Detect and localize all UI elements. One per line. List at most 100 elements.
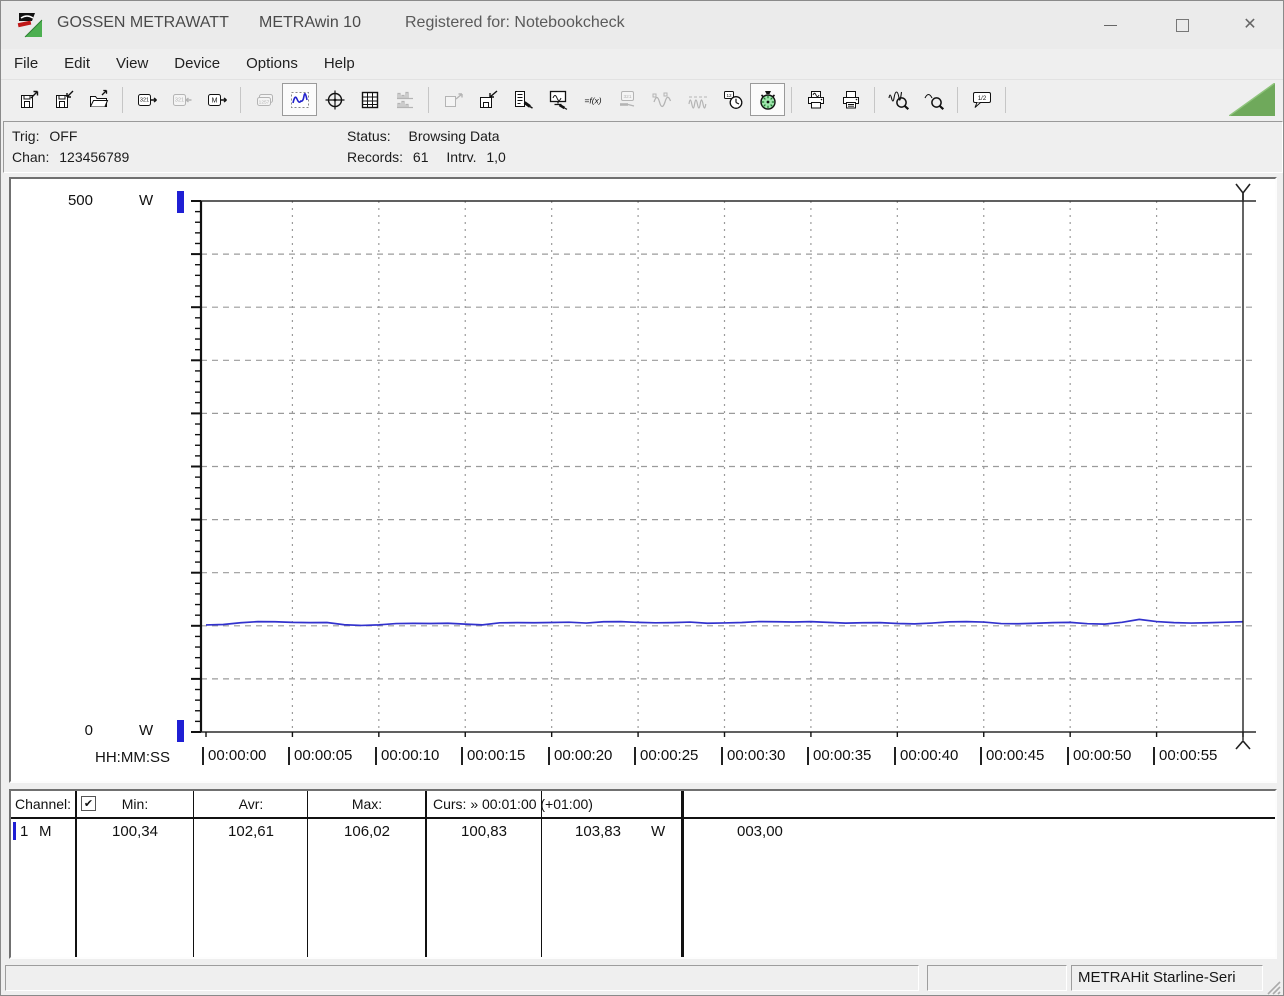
x-tick-label: 00:00:55 bbox=[1153, 747, 1217, 765]
zoom-out-wave-icon bbox=[924, 93, 944, 110]
timer-recorder-icon bbox=[759, 90, 776, 110]
titlebar: GOSSEN METRAWATT METRAwin 10 Registered … bbox=[1, 1, 1283, 49]
schedule-clock-icon: 12 bbox=[723, 90, 742, 109]
menu-view[interactable]: View bbox=[103, 49, 161, 79]
toolbar-write-device-321-button[interactable]: 321 bbox=[164, 83, 199, 116]
x-tick-label: 00:00:05 bbox=[288, 747, 352, 765]
close-button[interactable]: ✕ bbox=[1227, 9, 1273, 41]
connection-status-triangle-icon bbox=[1229, 83, 1275, 116]
chart-plot[interactable] bbox=[11, 179, 1275, 781]
table-column-divider bbox=[425, 791, 427, 957]
menu-options[interactable]: Options bbox=[233, 49, 311, 79]
table-view-icon bbox=[361, 91, 378, 108]
chart-panel: 500 W 0 W HH:MM:SS 00:00:00 00:00:05 00:… bbox=[9, 177, 1277, 783]
values-table: Channel: ✔ Min: Avr: Max: Curs: » 00:01:… bbox=[9, 789, 1277, 959]
y-max-range-marker[interactable] bbox=[177, 191, 184, 213]
statusbar: METRAHit Starline-Seri bbox=[1, 961, 1283, 995]
resize-grip[interactable] bbox=[1263, 977, 1281, 995]
x-tick-label: 00:00:30 bbox=[721, 747, 785, 765]
toolbar-wave-dense-button[interactable] bbox=[680, 83, 715, 116]
multimeter-display-icon: 1257 bbox=[256, 93, 273, 106]
toolbar-print-chart-button[interactable] bbox=[798, 83, 833, 116]
menu-help[interactable]: Help bbox=[311, 49, 368, 79]
toolbar-read-memory-button[interactable]: M bbox=[199, 83, 234, 116]
app-logo-icon bbox=[17, 13, 43, 38]
trigger-value: OFF bbox=[49, 128, 78, 144]
toolbar-multimeter-display-button[interactable]: 1257 bbox=[247, 83, 282, 116]
app-window: GOSSEN METRAWATT METRAwin 10 Registered … bbox=[0, 0, 1284, 996]
open-file-icon bbox=[89, 89, 108, 107]
channel-status: Chan: 123456789 bbox=[12, 147, 129, 168]
status-label: Status: bbox=[347, 128, 391, 144]
toolbar-histogram-view-button[interactable] bbox=[387, 83, 422, 116]
toolbar-separator bbox=[874, 86, 875, 113]
toolbar-table-view-button[interactable] bbox=[352, 83, 387, 116]
menu-file[interactable]: File bbox=[1, 49, 51, 79]
toolbar-export-disk-button[interactable] bbox=[435, 83, 470, 116]
toolbar-timer-recorder-button[interactable] bbox=[750, 83, 785, 116]
y-axis-min-label: 0 bbox=[84, 722, 93, 739]
table-header-max: Max: bbox=[351, 796, 383, 812]
title-brand: GOSSEN METRAWATT bbox=[57, 14, 229, 31]
read-memory-icon: M bbox=[207, 93, 227, 106]
y-axis-max-label: 500 bbox=[67, 192, 93, 209]
save-export-icon bbox=[20, 90, 38, 108]
toolbar-xy-view-button[interactable] bbox=[317, 83, 352, 116]
close-icon: ✕ bbox=[1243, 16, 1257, 33]
toolbar-read-device-321-button[interactable]: 321 bbox=[129, 83, 164, 116]
table-column-divider bbox=[193, 791, 194, 957]
interval-value: 1,0 bbox=[486, 149, 506, 165]
svg-text:321: 321 bbox=[139, 97, 148, 103]
x-tick-label: 00:00:50 bbox=[1067, 747, 1131, 765]
title-app-name: METRAwin 10 bbox=[259, 14, 361, 31]
svg-text:1/2: 1/2 bbox=[977, 96, 986, 102]
device-list-settings-icon bbox=[514, 90, 533, 109]
toolbar-wave-markers-button[interactable] bbox=[645, 83, 680, 116]
toolbar-annotation-button[interactable]: 1/2 bbox=[964, 83, 999, 116]
menu-device[interactable]: Device bbox=[161, 49, 233, 79]
toolbar-schedule-clock-button[interactable]: 12 bbox=[715, 83, 750, 116]
row-channel-mode: M bbox=[39, 823, 52, 840]
toolbar-save-import-button[interactable] bbox=[46, 83, 81, 116]
toolbar-separator bbox=[791, 86, 792, 113]
x-tick-label: 00:00:10 bbox=[375, 747, 439, 765]
annotation-bubble-icon: 1/2 bbox=[972, 91, 991, 108]
toolbar-curve-view-button[interactable] bbox=[282, 83, 317, 116]
statusbar-message-area bbox=[5, 965, 919, 991]
power-series-line bbox=[205, 618, 1244, 627]
toolbar-separator bbox=[1005, 86, 1006, 113]
svg-text:M: M bbox=[211, 97, 217, 104]
toolbar-print-button[interactable] bbox=[833, 83, 868, 116]
menu-edit[interactable]: Edit bbox=[51, 49, 103, 79]
toolbar-zoom-out-wave-button[interactable] bbox=[916, 83, 951, 116]
row-delta-value: 003,00 bbox=[737, 823, 783, 840]
title-registered: Registered for: Notebookcheck bbox=[405, 14, 625, 31]
row-cursor-a-value: 100,83 bbox=[461, 823, 507, 840]
menubar: File Edit View Device Options Help bbox=[1, 49, 1283, 80]
minimize-icon bbox=[1103, 24, 1117, 26]
write-device-321-icon: 321 bbox=[172, 93, 191, 106]
read-device-321-icon: 321 bbox=[137, 93, 157, 106]
svg-text:1257: 1257 bbox=[258, 99, 269, 105]
maximize-button[interactable] bbox=[1159, 9, 1205, 41]
toolbar-zoom-in-wave-button[interactable] bbox=[881, 83, 916, 116]
minimize-button[interactable] bbox=[1087, 9, 1133, 41]
channel-value: 123456789 bbox=[59, 149, 130, 165]
row-min-value: 100,34 bbox=[112, 823, 158, 840]
table-header-cursor: Curs: » 00:01:00 (+01:00) bbox=[433, 796, 593, 812]
statusbar-extra-area bbox=[927, 965, 1067, 991]
xy-view-icon bbox=[325, 90, 344, 109]
toolbar-function-fx-button[interactable]: =f(x) bbox=[575, 83, 610, 116]
toolbar-device-list-settings-button[interactable] bbox=[505, 83, 540, 116]
y-min-range-marker[interactable] bbox=[177, 720, 184, 742]
toolbar-import-disk-button[interactable] bbox=[470, 83, 505, 116]
x-tick-label: 00:00:35 bbox=[807, 747, 871, 765]
row-cursor-b-value: 103,83 bbox=[575, 823, 621, 840]
toolbar-open-file-button[interactable] bbox=[81, 83, 116, 116]
x-tick-label: 00:00:20 bbox=[548, 747, 612, 765]
maximize-icon bbox=[1175, 18, 1189, 32]
toolbar-monitor-settings-button[interactable] bbox=[540, 83, 575, 116]
toolbar-save-export-button[interactable] bbox=[11, 83, 46, 116]
toolbar-device-config-button[interactable]: 321 bbox=[610, 83, 645, 116]
svg-text:=f(x): =f(x) bbox=[584, 95, 601, 105]
